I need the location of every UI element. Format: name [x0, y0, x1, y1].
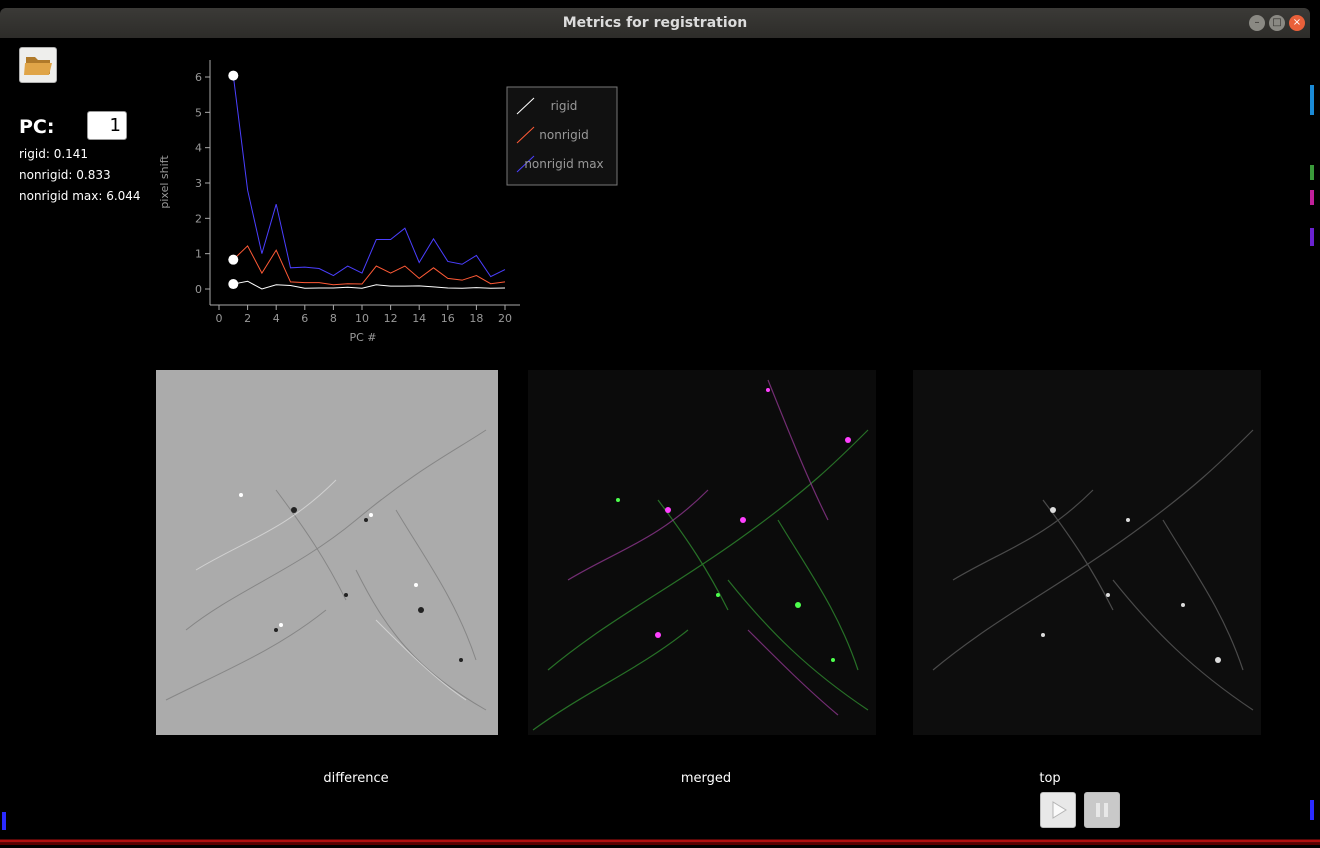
pause-icon: [1096, 803, 1108, 817]
background-trace: [0, 839, 1320, 845]
pc-input[interactable]: [87, 111, 127, 140]
play-button[interactable]: [1040, 792, 1076, 828]
legend-label: nonrigid: [539, 128, 588, 142]
x-tick-label: 20: [498, 312, 512, 325]
right-edge-marker: [1310, 190, 1314, 205]
x-tick-label: 4: [273, 312, 280, 325]
y-tick-label: 1: [195, 248, 202, 261]
merged-image-bg: [528, 370, 876, 735]
nonrigid-max-metric: nonrigid max: 6.044: [19, 189, 141, 203]
series-line-rigid: [233, 280, 506, 290]
right-edge-marker: [1310, 85, 1314, 115]
minimize-button[interactable]: –: [1249, 15, 1265, 31]
x-tick-label: 8: [330, 312, 337, 325]
x-axis-label: PC #: [349, 331, 376, 344]
right-edge-marker: [1310, 165, 1314, 180]
right-edge-marker: [1310, 800, 1314, 820]
legend-label: nonrigid max: [524, 157, 603, 171]
difference-image: [156, 370, 498, 735]
selected-pc-marker[interactable]: [228, 70, 239, 81]
y-tick-label: 0: [195, 283, 202, 296]
x-tick-label: 16: [441, 312, 455, 325]
selected-pc-marker[interactable]: [228, 254, 239, 265]
pc-label: PC:: [19, 116, 55, 138]
minimize-icon: –: [1254, 17, 1260, 28]
rigid-metric: rigid: 0.141: [19, 147, 89, 161]
maximize-button[interactable]: □: [1269, 15, 1285, 31]
right-edge-marker: [1310, 228, 1314, 246]
nonrigid-metric: nonrigid: 0.833: [19, 168, 111, 182]
chart-legend: rigid nonrigid nonrigid max: [506, 86, 618, 186]
x-tick-label: 6: [301, 312, 308, 325]
x-tick-label: 0: [216, 312, 223, 325]
top-image-bg: [913, 370, 1261, 735]
close-button[interactable]: ×: [1289, 15, 1305, 31]
left-edge-marker: [2, 812, 6, 830]
series-line-nonrigid-max: [232, 75, 506, 278]
y-tick-label: 2: [195, 212, 202, 225]
open-folder-button[interactable]: [19, 47, 57, 83]
title-bar: Metrics for registration – □ ×: [0, 8, 1310, 38]
merged-image: [528, 370, 876, 735]
legend-label: rigid: [551, 99, 578, 113]
y-tick-label: 3: [195, 177, 202, 190]
pixel-shift-chart[interactable]: 0123456 0 2 4 6 8 10 12 14 16 18 20 pixel shift PC…: [150, 50, 630, 350]
y-tick-label: 4: [195, 142, 202, 155]
y-tick-label: 5: [195, 106, 202, 119]
close-icon: ×: [1292, 17, 1302, 28]
play-icon: [1052, 801, 1067, 819]
top-image: [913, 370, 1261, 735]
y-axis-label: pixel shift: [158, 155, 171, 209]
merged-caption: merged: [680, 771, 732, 786]
selected-pc-marker[interactable]: [228, 279, 239, 290]
difference-caption: difference: [323, 771, 389, 786]
x-tick-label: 12: [384, 312, 398, 325]
x-tick-label: 10: [355, 312, 369, 325]
x-tick-label: 14: [412, 312, 426, 325]
x-tick-label: 18: [469, 312, 483, 325]
folder-open-icon: [24, 57, 52, 75]
maximize-icon: □: [1272, 17, 1282, 28]
series-line-nonrigid: [232, 245, 506, 286]
y-tick-label: 6: [195, 71, 202, 84]
pause-button[interactable]: [1084, 792, 1120, 828]
window-title: Metrics for registration: [562, 15, 748, 31]
x-tick-label: 2: [244, 312, 251, 325]
top-caption: top: [1039, 771, 1061, 786]
